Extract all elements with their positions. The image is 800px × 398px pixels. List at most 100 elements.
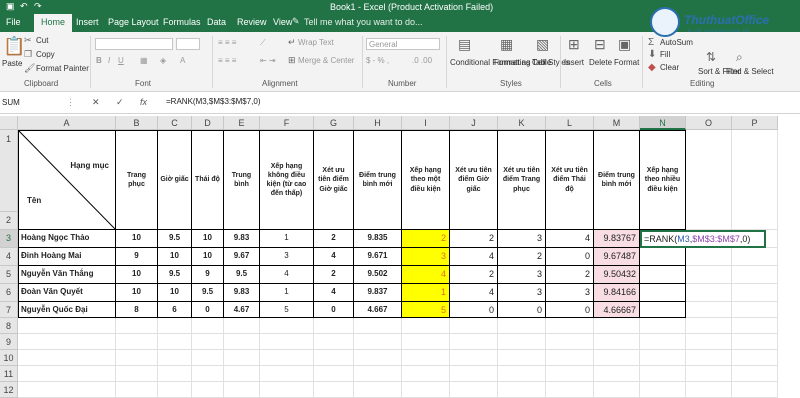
name-cell[interactable]: Đoàn Văn Quyết [18,284,116,302]
header-cell-g[interactable]: Xét ưu tiên điểm Giờ giấc [314,130,354,230]
empty-cell[interactable] [594,366,640,382]
column-header-p[interactable]: P [732,116,778,130]
header-cell-m[interactable]: Điểm trung bình mới [594,130,640,230]
select-all-corner[interactable] [0,116,18,130]
empty-cell[interactable] [594,382,640,398]
data-cell-e[interactable]: 9.83 [224,230,260,248]
copy-icon[interactable]: ❐ [24,49,32,60]
data-cell-l[interactable]: 0 [546,248,594,266]
empty-cell[interactable] [18,350,116,366]
header-cell-n[interactable]: Xếp hạng theo nhiều điều kiện [640,130,686,230]
wrap-text-button[interactable]: Wrap Text [298,38,334,47]
column-header-g[interactable]: G [314,116,354,130]
empty-cell[interactable] [224,318,260,334]
insert-button[interactable]: Insert [564,58,584,67]
row-header-4[interactable]: 4 [0,248,18,266]
empty-cell[interactable] [18,366,116,382]
column-header-d[interactable]: D [192,116,224,130]
empty-cell[interactable] [18,318,116,334]
data-cell-h[interactable]: 9.835 [354,230,402,248]
top-align-icon[interactable]: ≡ ≡ ≡ [218,38,236,47]
empty-cell[interactable] [732,382,778,398]
underline-icon[interactable]: U [118,56,124,65]
empty-cell[interactable] [686,266,732,284]
empty-cell[interactable] [260,382,314,398]
data-cell-j[interactable]: 2 [450,230,498,248]
empty-cell[interactable] [450,318,498,334]
data-cell-d[interactable]: 10 [192,230,224,248]
indent-icon[interactable]: ⇤ ⇥ [260,56,276,65]
empty-cell[interactable] [192,366,224,382]
data-cell-j[interactable]: 4 [450,248,498,266]
header-cell-j[interactable]: Xét ưu tiên điểm Giờ giấc [450,130,498,230]
data-cell-m[interactable]: 9.50432 [594,266,640,284]
tab-insert[interactable]: Insert [76,17,99,27]
data-cell-b[interactable]: 8 [116,302,158,318]
row-header-5[interactable]: 5 [0,266,18,284]
fill-button[interactable]: Fill [660,50,670,59]
empty-cell[interactable] [546,334,594,350]
insert-function-icon[interactable]: fx [140,97,147,107]
data-cell-j[interactable]: 4 [450,284,498,302]
cut-icon[interactable]: ✂ [24,35,32,46]
data-cell-l[interactable]: 0 [546,302,594,318]
empty-cell[interactable] [402,382,450,398]
empty-cell[interactable] [640,366,686,382]
empty-cell[interactable] [116,366,158,382]
empty-cell[interactable] [158,350,192,366]
empty-cell[interactable] [354,350,402,366]
empty-cell[interactable] [732,318,778,334]
empty-cell[interactable] [594,318,640,334]
orientation-icon[interactable]: ⟋ [260,38,266,48]
header-cell-e[interactable]: Trung bình [224,130,260,230]
column-header-k[interactable]: K [498,116,546,130]
data-cell-c[interactable]: 10 [158,248,192,266]
data-cell-h[interactable]: 4.667 [354,302,402,318]
empty-cell[interactable] [498,318,546,334]
currency-icon[interactable]: $ - % , [366,56,389,65]
paste-button[interactable]: Paste [2,59,22,68]
editing-cell-n3[interactable]: =RANK(M3,$M$3:$M$7,0) [640,230,766,248]
header-cell-d[interactable]: Thái độ [192,130,224,230]
undo-icon[interactable]: ↶ [20,1,28,12]
data-cell-e[interactable]: 9.83 [224,284,260,302]
empty-cell[interactable] [158,366,192,382]
empty-cell[interactable] [546,318,594,334]
tab-data[interactable]: Data [207,17,226,27]
empty-cell[interactable] [450,366,498,382]
empty-cell[interactable] [354,318,402,334]
empty-cell[interactable] [686,284,732,302]
empty-cell[interactable] [732,248,778,266]
row-header-2[interactable]: 2 [0,212,18,230]
data-cell-b[interactable]: 10 [116,266,158,284]
left-align-icon[interactable]: ≡ ≡ ≡ [218,56,236,65]
empty-cell[interactable] [224,366,260,382]
empty-cell[interactable] [402,334,450,350]
name-box[interactable]: SUM [0,96,60,110]
empty-cell[interactable] [402,318,450,334]
tab-page-layout[interactable]: Page Layout [108,17,159,27]
row-header-7[interactable]: 7 [0,302,18,318]
column-header-b[interactable]: B [116,116,158,130]
data-cell-i[interactable]: 4 [402,266,450,284]
data-cell-b[interactable]: 10 [116,284,158,302]
empty-cell[interactable] [158,382,192,398]
empty-cell[interactable] [640,350,686,366]
column-header-m[interactable]: M [594,116,640,130]
column-header-a[interactable]: A [18,116,116,130]
data-cell-c[interactable]: 9.5 [158,266,192,284]
empty-cell[interactable] [640,334,686,350]
name-cell[interactable]: Hoàng Ngọc Thảo [18,230,116,248]
empty-cell[interactable] [498,382,546,398]
header-cell-l[interactable]: Xét ưu tiên điểm Thái độ [546,130,594,230]
empty-cell[interactable] [158,318,192,334]
data-cell-b[interactable]: 9 [116,248,158,266]
empty-cell[interactable] [686,366,732,382]
data-cell-i[interactable]: 3 [402,248,450,266]
column-header-f[interactable]: F [260,116,314,130]
paste-icon[interactable]: 📋 [3,36,25,57]
empty-cell[interactable] [18,334,116,350]
data-cell-j[interactable]: 2 [450,266,498,284]
cut-button[interactable]: Cut [36,36,48,45]
empty-cell[interactable] [260,318,314,334]
